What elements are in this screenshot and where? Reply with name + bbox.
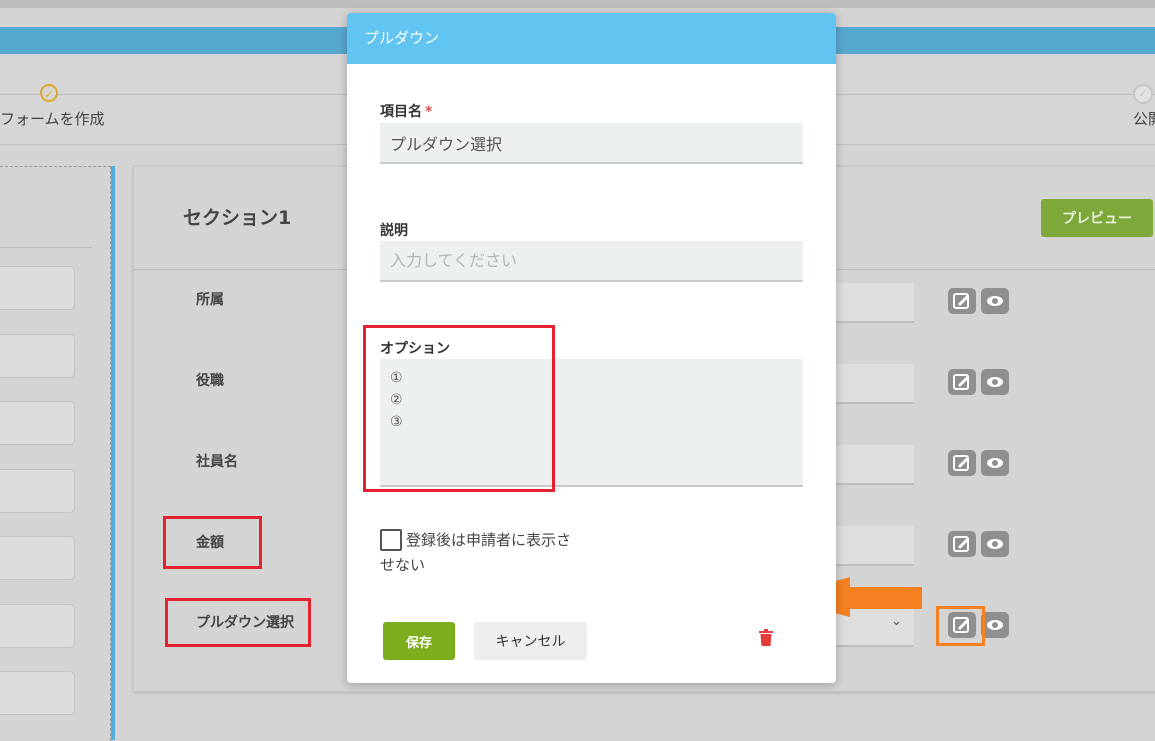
eye-icon[interactable] <box>981 612 1009 638</box>
annotation-highlight <box>936 606 985 646</box>
edit-icon[interactable] <box>948 450 976 476</box>
item-name-label: 項目名 * <box>380 101 432 121</box>
dialog-title: プルダウン <box>364 29 440 47</box>
check-circle-icon: ✓ <box>40 84 58 102</box>
cancel-button[interactable]: キャンセル <box>474 622 587 660</box>
preview-button[interactable]: プレビュー <box>1041 199 1153 237</box>
eye-icon[interactable] <box>981 369 1009 395</box>
save-button[interactable]: 保存 <box>383 622 455 660</box>
field-input[interactable] <box>830 445 914 485</box>
drop-zone-indicator <box>111 166 115 740</box>
annotation-highlight <box>163 516 262 569</box>
hide-checkbox-label-cont: せない <box>380 556 426 574</box>
eye-icon[interactable] <box>981 288 1009 314</box>
item-name-input[interactable] <box>380 123 803 164</box>
palette-item[interactable] <box>0 266 75 310</box>
step-publish-label: 公開 <box>1133 110 1155 128</box>
field-input[interactable] <box>830 526 914 566</box>
section-title: セクション1 <box>183 207 292 229</box>
palette-item[interactable] <box>0 469 75 513</box>
annotation-highlight <box>363 325 555 492</box>
edit-icon[interactable] <box>948 288 976 314</box>
eye-icon[interactable] <box>981 450 1009 476</box>
field-palette-panel <box>0 166 111 741</box>
palette-divider <box>0 247 92 248</box>
field-label: 所属 <box>196 292 224 308</box>
description-input[interactable] <box>380 241 803 282</box>
field-input[interactable] <box>830 283 914 323</box>
trash-icon[interactable] <box>759 629 773 646</box>
field-input[interactable] <box>830 364 914 404</box>
hide-after-registration-checkbox[interactable] <box>380 529 402 551</box>
annotation-highlight <box>165 598 311 647</box>
palette-item[interactable] <box>0 604 75 648</box>
field-label: 役職 <box>196 373 224 389</box>
field-label: 社員名 <box>196 454 238 470</box>
hide-checkbox-label: 登録後は申請者に表示さ <box>406 531 572 549</box>
eye-icon[interactable] <box>981 531 1009 557</box>
top-bar <box>0 0 1155 8</box>
edit-icon[interactable] <box>948 531 976 557</box>
dialog-header: プルダウン <box>347 13 836 64</box>
edit-icon[interactable] <box>948 369 976 395</box>
palette-item[interactable] <box>0 536 75 580</box>
required-mark: * <box>425 104 433 120</box>
step-create-form-label: フォームを作成 <box>0 110 105 128</box>
palette-item[interactable] <box>0 671 75 715</box>
check-circle-icon: ✓ <box>1133 84 1153 104</box>
item-name-label-text: 項目名 <box>380 104 422 120</box>
palette-item[interactable] <box>0 334 75 378</box>
palette-item[interactable] <box>0 401 75 445</box>
description-label: 説明 <box>380 223 408 239</box>
